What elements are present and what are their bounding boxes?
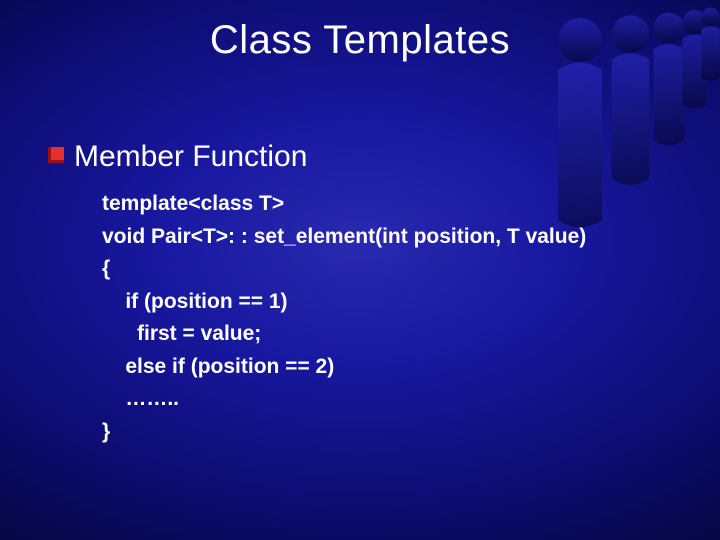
slide: Class Templates Member Function template… (0, 0, 720, 540)
heading-text: Member Function (74, 140, 307, 174)
heading-row: Member Function (48, 140, 690, 174)
slide-title: Class Templates (0, 18, 720, 63)
code-line: { (102, 257, 110, 280)
code-line: } (102, 420, 110, 443)
code-line: else if (position == 2) (102, 355, 334, 378)
code-line: if (position == 1) (102, 290, 288, 313)
slide-content: Member Function template<class T> void P… (48, 140, 690, 448)
bullet-icon (48, 147, 64, 168)
code-block: template<class T> void Pair<T>: : set_el… (102, 188, 690, 448)
code-line: first = value; (102, 322, 261, 345)
code-line: …….. (102, 387, 179, 410)
code-line: void Pair<T>: : set_element(int position… (102, 225, 586, 248)
code-line: template<class T> (102, 192, 284, 215)
